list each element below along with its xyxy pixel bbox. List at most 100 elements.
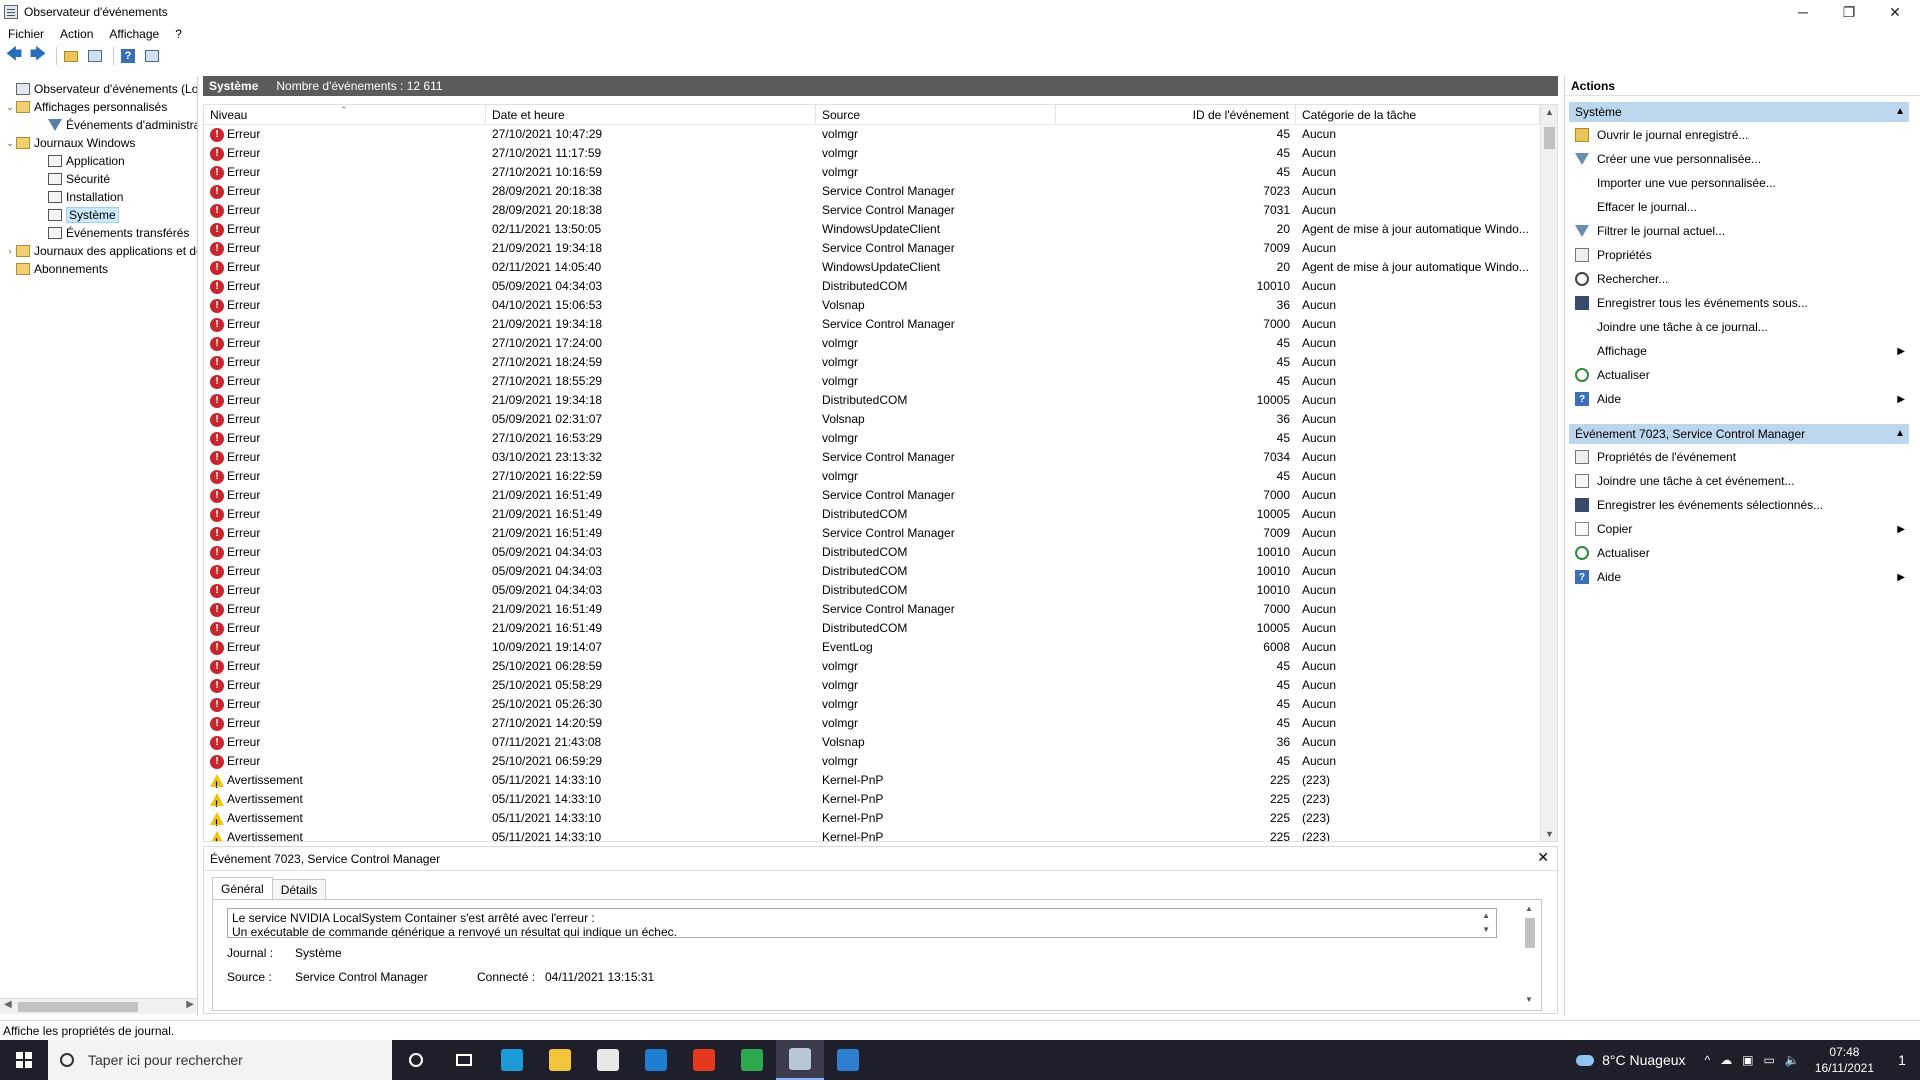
action-item[interactable]: ? Aide ▶: [1569, 566, 1909, 588]
network-icon[interactable]: ▭: [1764, 1053, 1775, 1067]
action-item[interactable]: Joindre une tâche à ce journal...: [1569, 316, 1909, 338]
menu-action[interactable]: Action: [52, 27, 101, 41]
scroll-down-icon[interactable]: ▼: [1525, 995, 1533, 1004]
action-item[interactable]: Actualiser: [1569, 542, 1909, 564]
table-row[interactable]: ! Erreur 27/10/2021 10:47:29 volmgr 45 Aucun: [204, 125, 1540, 144]
notification-button[interactable]: 1: [1884, 1040, 1920, 1080]
collapse-icon[interactable]: ▲: [1895, 424, 1905, 444]
close-icon[interactable]: ✕: [1537, 849, 1549, 866]
clock[interactable]: 07:48 16/11/2021: [1815, 1044, 1874, 1076]
actions-section-system[interactable]: Système ▲: [1569, 102, 1909, 122]
table-row[interactable]: ! Erreur 27/10/2021 18:55:29 volmgr 45 Aucun: [204, 372, 1540, 391]
menu-help[interactable]: ?: [167, 27, 190, 41]
taskbar-app-button[interactable]: [632, 1040, 680, 1080]
tree-item-setup[interactable]: Installation: [36, 188, 123, 206]
tree-item-application[interactable]: Application: [36, 152, 125, 170]
table-row[interactable]: ! Erreur 21/09/2021 19:34:18 DistributedCOM…: [204, 391, 1540, 410]
action-item[interactable]: Actualiser: [1569, 364, 1909, 386]
volume-icon[interactable]: 🔈: [1785, 1053, 1800, 1067]
tab-details[interactable]: Détails: [271, 879, 327, 899]
scrollbar-thumb[interactable]: [1544, 127, 1555, 149]
tab-general[interactable]: Général: [212, 877, 273, 899]
scrollbar-thumb[interactable]: [18, 1002, 138, 1012]
show-hide-action-pane-button[interactable]: [142, 46, 162, 66]
table-row[interactable]: ! Erreur 02/11/2021 13:50:05 WindowsUpdateC…: [204, 220, 1540, 239]
table-row[interactable]: Avertissement 05/11/2021 14:33:10 Kernel-P…: [204, 790, 1540, 809]
start-button[interactable]: [0, 1040, 48, 1080]
action-item[interactable]: ? Aide ▶: [1569, 388, 1909, 410]
event-description[interactable]: Le service NVIDIA LocalSystem Container …: [227, 908, 1497, 938]
table-row[interactable]: ! Erreur 05/09/2021 04:34:03 DistributedCOM…: [204, 581, 1540, 600]
taskbar-app-button[interactable]: [584, 1040, 632, 1080]
table-row[interactable]: ! Erreur 25/10/2021 06:28:59 volmgr 45 Aucun: [204, 657, 1540, 676]
table-row[interactable]: Avertissement 05/11/2021 14:33:10 Kernel-P…: [204, 771, 1540, 790]
scroll-left-icon[interactable]: ◀: [4, 999, 12, 1010]
maximize-button[interactable]: ❐: [1826, 0, 1872, 24]
table-row[interactable]: ! Erreur 02/11/2021 14:05:40 WindowsUpdateC…: [204, 258, 1540, 277]
table-row[interactable]: ! Erreur 27/10/2021 18:24:59 volmgr 45 Aucun: [204, 353, 1540, 372]
action-item[interactable]: Enregistrer tous les événements sous...: [1569, 292, 1909, 314]
table-row[interactable]: ! Erreur 27/10/2021 16:22:59 volmgr 45 Aucun: [204, 467, 1540, 486]
table-row[interactable]: ! Erreur 21/09/2021 16:51:49 Service Contro…: [204, 486, 1540, 505]
detail-vertical-scrollbar[interactable]: ▲ ▼: [1523, 904, 1537, 1004]
chevron-up-icon[interactable]: ^: [1705, 1053, 1711, 1067]
table-row[interactable]: ! Erreur 27/10/2021 17:24:00 volmgr 45 Aucun: [204, 334, 1540, 353]
table-row[interactable]: ! Erreur 05/09/2021 04:34:03 DistributedCOM…: [204, 543, 1540, 562]
action-item[interactable]: Effacer le journal...: [1569, 196, 1909, 218]
back-button[interactable]: 🡄: [4, 46, 24, 66]
action-item[interactable]: Importer une vue personnalisée...: [1569, 172, 1909, 194]
task-view-button[interactable]: [440, 1040, 488, 1080]
scroll-up-icon[interactable]: ▲: [1525, 904, 1533, 913]
action-item[interactable]: Propriétés de l'événement: [1569, 446, 1909, 468]
table-row[interactable]: ! Erreur 21/09/2021 16:51:49 Service Contro…: [204, 600, 1540, 619]
table-row[interactable]: ! Erreur 28/09/2021 20:18:38 Service Contro…: [204, 182, 1540, 201]
taskbar-app-button[interactable]: [536, 1040, 584, 1080]
minimize-button[interactable]: ─: [1780, 0, 1826, 24]
table-row[interactable]: ! Erreur 05/09/2021 02:31:07 Volsnap 36 Aucun: [204, 410, 1540, 429]
table-row[interactable]: Avertissement 05/11/2021 14:33:10 Kernel-P…: [204, 828, 1540, 841]
help-button[interactable]: ?: [118, 46, 138, 66]
table-row[interactable]: ! Erreur 05/09/2021 04:34:03 DistributedCOM…: [204, 562, 1540, 581]
table-row[interactable]: Avertissement 05/11/2021 14:33:10 Kernel-P…: [204, 809, 1540, 828]
tree-item-system[interactable]: Système: [36, 206, 119, 224]
up-folder-button[interactable]: [61, 46, 81, 66]
column-header-date[interactable]: Date et heure: [486, 105, 816, 125]
onedrive-icon[interactable]: ☁: [1720, 1053, 1732, 1067]
tree-item-security[interactable]: Sécurité: [36, 170, 110, 188]
event-list-vertical-scrollbar[interactable]: ▲ ▼: [1540, 105, 1557, 841]
action-item[interactable]: Affichage ▶: [1569, 340, 1909, 362]
forward-button[interactable]: 🡆: [28, 46, 48, 66]
tree-item-custom-views[interactable]: ⌄ Affichages personnalisés: [4, 98, 167, 116]
scroll-right-icon[interactable]: ▶: [186, 999, 194, 1010]
taskbar-search[interactable]: Taper ici pour rechercher: [48, 1040, 392, 1080]
tree-item-forwarded-events[interactable]: Événements transférés: [36, 224, 189, 242]
chevron-right-icon[interactable]: ›: [4, 246, 16, 256]
table-row[interactable]: ! Erreur 27/10/2021 14:20:59 volmgr 45 Aucun: [204, 714, 1540, 733]
table-row[interactable]: ! Erreur 21/09/2021 16:51:49 Service Contro…: [204, 524, 1540, 543]
scroll-down-icon[interactable]: ▼: [1545, 829, 1554, 839]
action-item[interactable]: Copier ▶: [1569, 518, 1909, 540]
table-row[interactable]: ! Erreur 25/10/2021 06:59:29 volmgr 45 Aucun: [204, 752, 1540, 771]
taskbar-app-button[interactable]: [680, 1040, 728, 1080]
tree-item-root[interactable]: Observateur d'événements (Local): [4, 80, 197, 98]
column-header-task-category[interactable]: Catégorie de la tâche: [1296, 105, 1540, 125]
action-item[interactable]: Joindre une tâche à cet événement...: [1569, 470, 1909, 492]
table-row[interactable]: ! Erreur 05/09/2021 04:34:03 DistributedCOM…: [204, 277, 1540, 296]
tree-item-subscriptions[interactable]: Abonnements: [4, 260, 108, 278]
table-row[interactable]: ! Erreur 25/10/2021 05:58:29 volmgr 45 Aucun: [204, 676, 1540, 695]
column-header-source[interactable]: Source: [816, 105, 1056, 125]
action-item[interactable]: Rechercher...: [1569, 268, 1909, 290]
menu-affichage[interactable]: Affichage: [101, 27, 167, 41]
table-row[interactable]: ! Erreur 27/10/2021 16:53:29 volmgr 45 Aucun: [204, 429, 1540, 448]
taskbar-app-button[interactable]: [776, 1040, 824, 1080]
table-row[interactable]: ! Erreur 07/11/2021 21:43:08 Volsnap 36 Aucun: [204, 733, 1540, 752]
tree-item-admin-events[interactable]: Événements d'administration: [36, 116, 197, 134]
table-row[interactable]: ! Erreur 27/10/2021 10:16:59 volmgr 45 Aucun: [204, 163, 1540, 182]
tree-item-app-service-logs[interactable]: › Journaux des applications et de servic…: [4, 242, 198, 260]
table-row[interactable]: ! Erreur 21/09/2021 19:34:18 Service Contro…: [204, 239, 1540, 258]
table-row[interactable]: ! Erreur 25/10/2021 05:26:30 volmgr 45 Aucun: [204, 695, 1540, 714]
collapse-icon[interactable]: ▲: [1895, 102, 1905, 122]
show-hide-tree-button[interactable]: [85, 46, 105, 66]
chevron-down-icon[interactable]: ⌄: [4, 102, 16, 113]
actions-section-event[interactable]: Événement 7023, Service Control Manager …: [1569, 424, 1909, 444]
